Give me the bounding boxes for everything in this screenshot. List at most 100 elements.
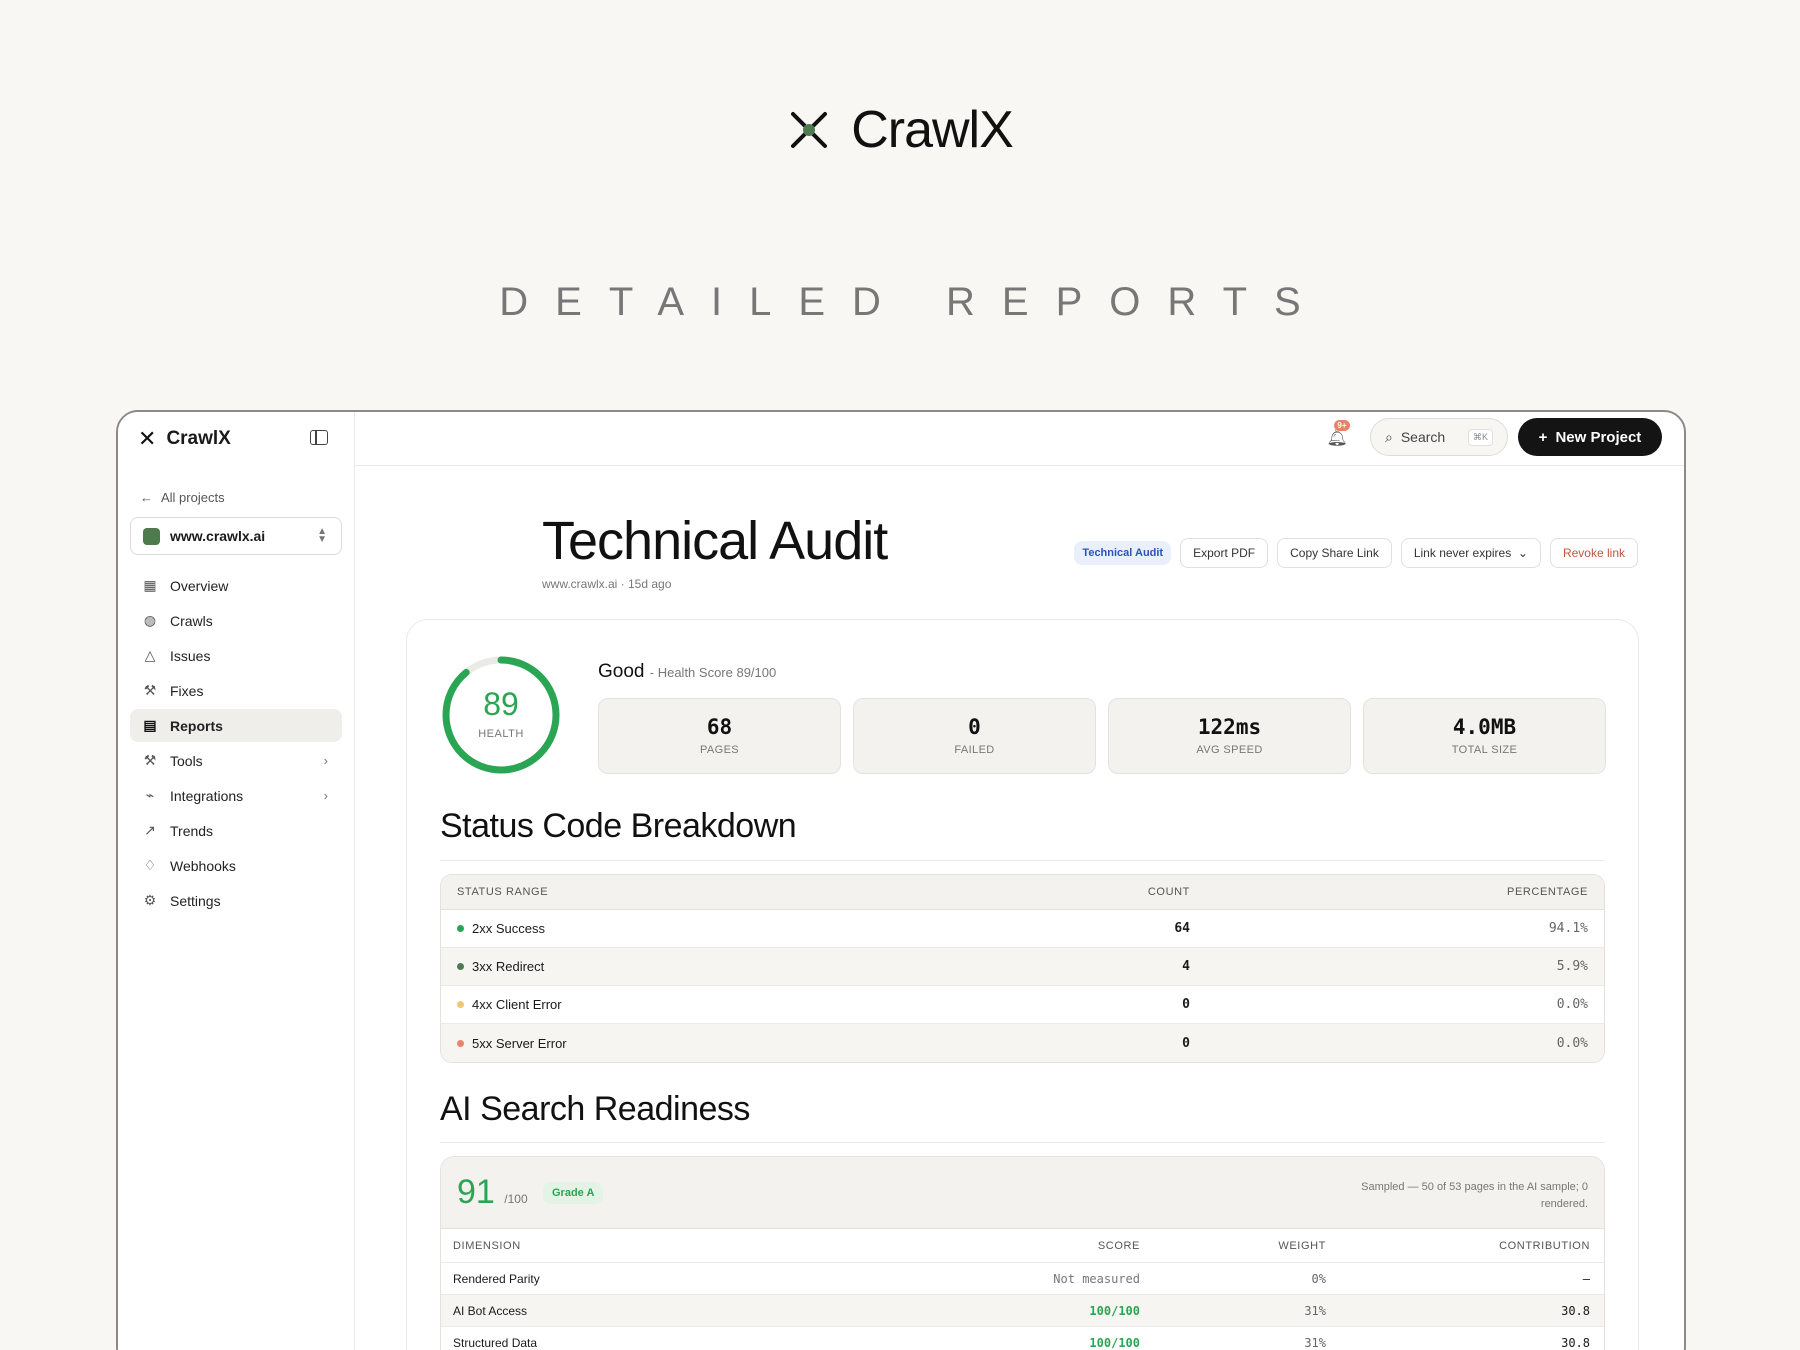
copy-share-link-button[interactable]: Copy Share Link [1277,538,1392,568]
sidebar-nav: ▦ Overview ◍ Crawls △ Issues ⚒ Fixes ▤ Report… [118,569,354,917]
all-projects-link[interactable]: ← All projects [140,490,354,505]
page-title: Technical Audit [542,511,888,571]
stat-card: 4.0MB TOTAL SIZE [1363,698,1606,774]
warning-icon: △ [144,647,156,663]
column-header: SCORE [1097,1239,1140,1252]
new-project-button[interactable]: + New Project [1518,418,1662,456]
ai-sample-note: Sampled — 50 of 53 pages in the AI sampl… [1361,1181,1588,1210]
status-percentage: 0.0% [1556,1035,1588,1051]
status-table: STATUS RANGE COUNT PERCENTAGE 2xx Succes… [440,874,1605,1063]
notifications-button[interactable]: 🔔︎ 9+ [1326,420,1350,448]
ai-score-max: /100 [504,1192,528,1206]
dimension-weight: 31% [1304,1303,1326,1318]
table-header: STATUS RANGE COUNT PERCENTAGE [441,875,1604,910]
dimension-contribution: — [1582,1271,1590,1286]
search-button[interactable]: ⌕ Search ⌘K [1370,418,1508,456]
report-actions: Technical Audit Export PDF Copy Share Li… [1074,538,1638,568]
sidebar-brand: CrawlX [166,428,231,449]
dimension-score: 100/100 [1089,1303,1140,1318]
table-row: 5xx Server Error 0 0.0% [441,1024,1604,1062]
topbar: 🔔︎ 9+ ⌕ Search ⌘K + New Project [355,412,1684,466]
table-row: Rendered Parity Not measured 0% — [441,1263,1604,1295]
all-projects-label: All projects [161,490,225,505]
status-label: 5xx Server Error [472,1035,567,1051]
sidebar-item-label: Tools [170,752,203,769]
sidebar-item-issues[interactable]: △ Issues [130,639,342,672]
stat-label: PAGES [699,744,740,756]
status-dot [457,925,464,932]
column-header: WEIGHT [1278,1239,1326,1252]
sidebar-header: ✕ CrawlX [118,412,354,466]
sidebar-item-overview[interactable]: ▦ Overview [130,569,342,602]
table-row: AI Bot Access 100/100 31% 30.8 [441,1295,1604,1327]
health-grade-detail: - Health Score 89/100 [649,665,777,680]
sidebar-item-trends[interactable]: ↗ Trends [130,814,342,847]
hero-tagline: DETAILED REPORTS [499,280,1328,324]
trend-icon: ↗ [144,822,156,838]
status-count: 0 [1182,1035,1190,1051]
dimension-contribution: 30.8 [1561,1335,1590,1350]
report-card: 89 HEALTH Good - Health Score 89/100 68 P… [406,619,1639,1350]
column-header: PERCENTAGE [1507,886,1588,898]
sidebar-item-label: Webhooks [170,857,236,874]
column-header: COUNT [1147,886,1190,898]
notification-badge: 9+ [1334,420,1350,431]
status-dot [457,1001,464,1008]
table-row: 3xx Redirect 4 5.9% [441,948,1604,986]
sidebar-item-reports[interactable]: ▤ Reports [130,709,342,742]
plug-icon: ⌁ [145,787,155,803]
dimension-weight: 31% [1304,1335,1326,1350]
sidebar-item-label: Integrations [170,787,244,804]
sidebar: ✕ CrawlX ← All projects www.crawlx.ai ▲ ▼… [118,412,355,1350]
ai-score-header: 91 /100 Grade A Sampled — 50 of 53 pages… [441,1157,1604,1229]
section-divider [440,1142,1605,1143]
status-count: 0 [1182,997,1190,1012]
sidebar-item-settings[interactable]: ⚙ Settings [130,884,342,917]
hero-logo: CrawlX [0,100,1800,160]
column-header: STATUS RANGE [457,886,549,898]
main-content: Technical Audit www.crawlx.ai · 15d ago … [355,467,1684,1350]
stat-card: 68 PAGES [598,698,841,774]
link-expiry-select[interactable]: Link never expires ⌄ [1400,538,1541,568]
chevron-right-icon: › [323,753,328,768]
sidebar-item-crawls[interactable]: ◍ Crawls [130,604,342,637]
sidebar-item-fixes[interactable]: ⚒ Fixes [130,674,342,707]
stat-card: 122ms AVG SPEED [1108,698,1351,774]
hero-brand: CrawlX [851,101,1014,159]
status-section-title: Status Code Breakdown [440,807,797,845]
project-selector[interactable]: www.crawlx.ai ▲ ▼ [130,517,342,555]
revoke-link-button[interactable]: Revoke link [1549,538,1638,568]
sidebar-item-label: Settings [170,892,221,909]
sidebar-toggle-icon[interactable] [310,430,328,445]
status-label: 2xx Success [472,921,545,936]
project-name: www.crawlx.ai [170,528,266,544]
health-grade-label: Good [598,661,645,682]
sidebar-item-label: Issues [170,647,211,664]
export-pdf-button[interactable]: Export PDF [1180,538,1269,568]
app-window: ✕ CrawlX ← All projects www.crawlx.ai ▲ ▼… [116,410,1686,1350]
dimension-name: AI Bot Access [453,1303,528,1318]
dimension-weight: 0% [1311,1271,1326,1286]
table-row: 2xx Success 64 94.1% [441,910,1604,948]
ai-grade-badge: Grade A [543,1182,604,1204]
table-header: DIMENSION SCORE WEIGHT CONTRIBUTION [441,1229,1604,1263]
status-label: 4xx Client Error [472,997,562,1012]
search-label: Search [1400,429,1446,445]
table-row: Structured Data 100/100 31% 30.8 [441,1327,1604,1350]
health-grade: Good - Health Score 89/100 [598,661,776,683]
stat-label: FAILED [954,744,995,756]
status-dot [457,963,464,970]
section-divider [440,860,1605,861]
report-type-badge: Technical Audit [1074,541,1172,565]
health-score: 89 [483,686,519,722]
document-icon: ▤ [143,717,157,733]
sidebar-item-webhooks[interactable]: ♢ Webhooks [130,849,342,882]
stat-value: 4.0MB [1452,715,1517,739]
plus-icon: + [1538,428,1548,446]
sidebar-item-integrations[interactable]: ⌁ Integrations › [130,779,342,812]
link-expiry-value: Link never expires [1413,546,1512,560]
search-icon: ⌕ [1385,428,1393,445]
sidebar-item-tools[interactable]: ⚒ Tools › [130,744,342,777]
project-avatar [143,527,160,545]
stat-card: 0 FAILED [853,698,1096,774]
